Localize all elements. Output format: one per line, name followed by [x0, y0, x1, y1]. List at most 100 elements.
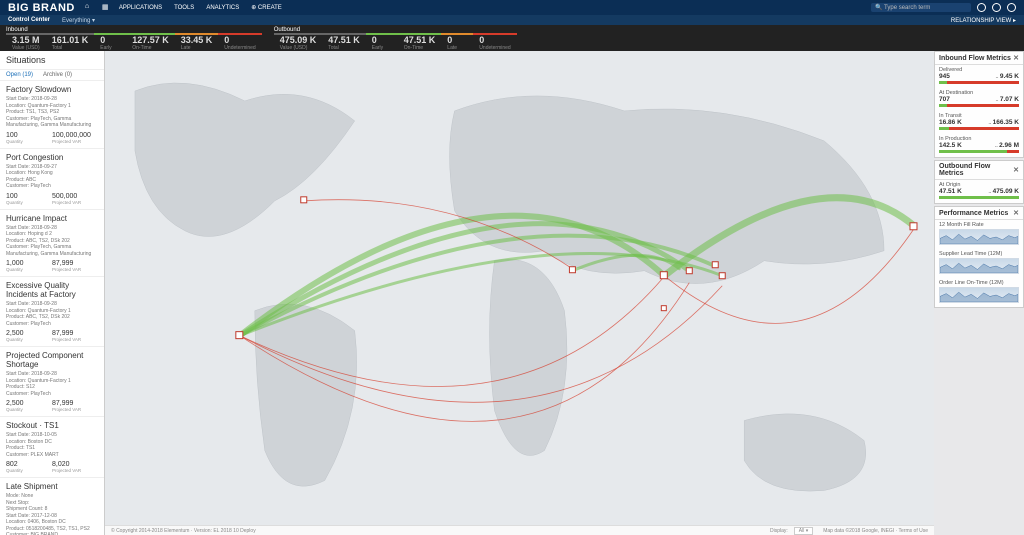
panel-title: Inbound Flow Metrics: [939, 55, 1011, 62]
display-select[interactable]: All ▾: [794, 527, 813, 535]
help-icon[interactable]: [992, 3, 1001, 12]
nav-analytics[interactable]: ANALYTICS: [206, 5, 239, 11]
kpi-early[interactable]: 0Early: [94, 33, 126, 51]
situation-var: 8,020: [52, 461, 98, 468]
panel-title: Outbound Flow Metrics: [939, 163, 1013, 177]
metric-left: 945: [939, 73, 950, 80]
kpi-value: 0: [224, 35, 255, 45]
map-svg[interactable]: [105, 51, 934, 534]
situation-meta: Start Date: 2018-10-05Location: Boston D…: [6, 432, 98, 458]
nav-tools[interactable]: TOOLS: [174, 5, 194, 11]
kpi-on-time[interactable]: 127.57 KOn-Time: [126, 33, 175, 51]
relationship-view-link[interactable]: RELATIONSHIP VIEW ▸: [951, 17, 1016, 24]
metric-left: 142.5 K: [939, 142, 962, 149]
perf-chart[interactable]: Supplier Lead Time (12M): [935, 249, 1023, 278]
situation-quantity: 2,500: [6, 330, 52, 337]
close-icon[interactable]: ✕: [1013, 54, 1019, 62]
kpi-value-usd-[interactable]: 475.09 KValue (USD): [274, 33, 323, 51]
flow-metric: At Origin47.51 K.. 475.09 K: [935, 180, 1023, 203]
main-content: Situations Open (19) Archive (0) Factory…: [0, 51, 1024, 535]
settings-icon[interactable]: [977, 3, 986, 12]
kpi-late[interactable]: 0Late: [441, 33, 473, 51]
copyright: © Copyright 2014-2018 Elementum · Versio…: [111, 528, 256, 534]
situation-title: Port Congestion: [6, 153, 98, 162]
situation-quantity: 100: [6, 132, 52, 139]
kpi-group-inbound: Inbound 3.15 MValue (USD)161.01 KTotal0E…: [0, 25, 268, 51]
situation-title: Projected Component Shortage: [6, 351, 98, 369]
nav-create[interactable]: ⊕ CREATE: [251, 4, 282, 11]
kpi-value: 47.51 K: [328, 35, 360, 45]
kpi-undetermined[interactable]: 0Undetermined: [218, 33, 261, 51]
scope-filter[interactable]: Everything ▾: [62, 17, 95, 24]
kpi-value: 33.45 K: [181, 35, 213, 45]
chart-title: Order Line On-Time (12M): [939, 280, 1019, 286]
situation-var: 100,000,000: [52, 132, 98, 139]
metric-right: .. 166.35 K: [988, 119, 1019, 126]
situation-card[interactable]: Port Congestion Start Date: 2018-09-27Loc…: [0, 149, 104, 210]
situations-sidebar[interactable]: Situations Open (19) Archive (0) Factory…: [0, 51, 105, 535]
kpi-group-outbound: Outbound 475.09 KValue (USD)47.51 KTotal…: [268, 25, 523, 51]
search-input[interactable]: 🔍 Type search term: [871, 3, 971, 12]
map-footer: © Copyright 2014-2018 Elementum · Versio…: [105, 525, 934, 535]
kpi-early[interactable]: 0Early: [366, 33, 398, 51]
metrics-panels: Inbound Flow Metrics ✕ Delivered945.. 9.…: [934, 51, 1024, 535]
close-icon[interactable]: ✕: [1013, 209, 1019, 217]
home-icon[interactable]: ⌂: [85, 3, 94, 12]
kpi-undetermined[interactable]: 0Undetermined: [473, 33, 516, 51]
tab-archive[interactable]: Archive (0): [43, 72, 72, 78]
kpi-total[interactable]: 47.51 KTotal: [322, 33, 366, 51]
situation-card[interactable]: Projected Component ShortageStart Date: …: [0, 347, 104, 417]
situation-card[interactable]: Hurricane Impact Start Date: 2018-09-28Lo…: [0, 210, 104, 278]
panel-inbound-flow: Inbound Flow Metrics ✕ Delivered945.. 9.…: [934, 51, 1024, 158]
nav-applications[interactable]: APPLICATIONS: [119, 5, 162, 11]
kpi-on-time[interactable]: 47.51 KOn-Time: [398, 33, 442, 51]
situation-var: 87,999: [52, 260, 98, 267]
situation-title: Stockout · TS1: [6, 421, 98, 430]
kpi-late[interactable]: 33.45 KLate: [175, 33, 219, 51]
situation-meta: Start Date: 2018-09-28Location: Hoping d…: [6, 225, 98, 258]
chart-title: 12 Month Fill Rate: [939, 222, 1019, 228]
panel-performance: Performance Metrics ✕ 12 Month Fill Rate…: [934, 206, 1024, 308]
situation-card[interactable]: Factory SlowdownStart Date: 2018-09-28Lo…: [0, 81, 104, 149]
situation-card[interactable]: Excessive Quality Incidents at FactorySt…: [0, 277, 104, 347]
kpi-value: 0: [372, 35, 392, 45]
kpi-value: 3.15 M: [12, 35, 40, 45]
brand-logo[interactable]: BIG BRAND: [8, 2, 75, 14]
metric-left: 707: [939, 96, 950, 103]
situation-var: 500,000: [52, 193, 98, 200]
kpi-strip: Inbound 3.15 MValue (USD)161.01 KTotal0E…: [0, 25, 1024, 51]
situation-card[interactable]: Stockout · TS1 Start Date: 2018-10-05Loca…: [0, 417, 104, 478]
subheader: Control Center Everything ▾ RELATIONSHIP…: [0, 15, 1024, 25]
situation-var: 87,999: [52, 400, 98, 407]
grid-icon[interactable]: ▦: [102, 3, 111, 12]
perf-chart[interactable]: Order Line On-Time (12M): [935, 278, 1023, 307]
kpi-value: 127.57 K: [132, 35, 169, 45]
situation-meta: Start Date: 2018-09-27Location: Hong Kon…: [6, 164, 98, 190]
situation-quantity: 2,500: [6, 400, 52, 407]
kpi-value: 0: [479, 35, 510, 45]
flow-metric: In Transit16.86 K.. 166.35 K: [935, 111, 1023, 134]
situation-quantity: 1,000: [6, 260, 52, 267]
situation-title: Excessive Quality Incidents at Factory: [6, 281, 98, 299]
situation-title: Hurricane Impact: [6, 214, 98, 223]
situation-title: Late Shipment: [6, 482, 98, 491]
situation-meta: Mode: NoneNext Stop:Shipment Count: 8Sta…: [6, 493, 98, 535]
kpi-value: 0: [100, 35, 120, 45]
flow-metric: Delivered945.. 9.45 K: [935, 65, 1023, 88]
tab-open[interactable]: Open (19): [6, 72, 33, 78]
kpi-total[interactable]: 161.01 KTotal: [46, 33, 95, 51]
situation-quantity: 100: [6, 193, 52, 200]
perf-chart[interactable]: 12 Month Fill Rate: [935, 220, 1023, 249]
sidebar-tabs: Open (19) Archive (0): [0, 70, 104, 81]
world-map[interactable]: © Copyright 2014-2018 Elementum · Versio…: [105, 51, 934, 535]
situation-var: 87,999: [52, 330, 98, 337]
user-avatar[interactable]: [1007, 3, 1016, 12]
close-icon[interactable]: ✕: [1013, 166, 1019, 174]
situation-card[interactable]: Late Shipment Mode: NoneNext Stop:Shipmen…: [0, 478, 104, 535]
map-attribution: Map data ©2018 Google, INEGI · Terms of …: [823, 528, 928, 534]
kpi-value-usd-[interactable]: 3.15 MValue (USD): [6, 33, 46, 51]
metric-left: 47.51 K: [939, 188, 962, 195]
display-label: Display:: [770, 528, 788, 534]
metric-right: .. 9.45 K: [996, 73, 1019, 80]
metric-right: .. 2.96 M: [995, 142, 1019, 149]
